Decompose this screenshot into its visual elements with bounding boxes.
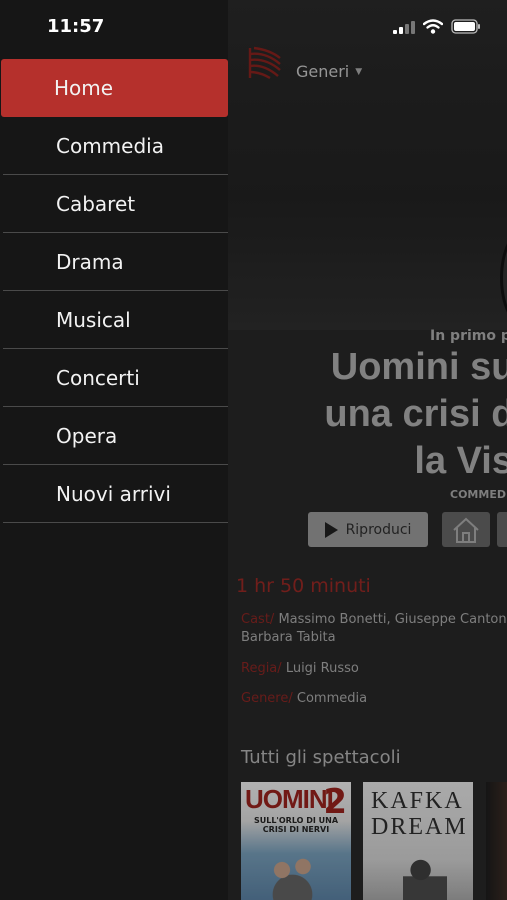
drawer-item-label: Cabaret <box>56 191 136 216</box>
main-content: Generi ▼ In primo pi Uomini sul una cris… <box>228 0 507 900</box>
regia-line: Regia/ Luigi Russo <box>241 661 359 676</box>
featured-title-line-3: la Vis <box>414 440 507 482</box>
drawer-item-label: Commedia <box>56 133 164 158</box>
cast-line: Cast/ Massimo Bonetti, Giuseppe Canton <box>241 612 507 627</box>
drawer-item-concerti[interactable]: Concerti <box>3 349 228 407</box>
genere-line: Genere/ Commedia <box>241 691 367 706</box>
drawer-item-label: Home <box>54 75 114 100</box>
play-icon <box>324 521 338 538</box>
cellular-signal-icon <box>393 20 415 34</box>
drawer-item-label: Nuovi arrivi <box>56 481 171 506</box>
cast-value-2: Barbara Tabita <box>241 630 336 645</box>
poster-title: KAFKA DREAM <box>371 788 468 840</box>
status-time: 11:57 <box>47 16 105 37</box>
drawer-item-drama[interactable]: Drama <box>3 233 228 291</box>
caret-down-icon: ▼ <box>355 66 363 77</box>
drawer-menu: Home Commedia Cabaret Drama Musical Conc… <box>0 59 228 523</box>
battery-icon <box>451 19 480 34</box>
drawer-item-label: Musical <box>56 307 131 332</box>
featured-title-line-1: Uomini sul <box>330 346 507 388</box>
regia-value: Luigi Russo <box>285 661 359 676</box>
genres-label: Generi <box>296 62 350 81</box>
genres-dropdown[interactable]: Generi ▼ <box>296 62 362 81</box>
more-button[interactable] <box>497 512 507 547</box>
drawer-item-label: Concerti <box>56 365 140 390</box>
side-drawer: 11:57 Home Commedia Cabaret Drama Musica… <box>0 0 228 900</box>
drawer-item-label: Opera <box>56 423 118 448</box>
genere-value: Commedia <box>296 691 368 706</box>
drawer-item-label: Drama <box>56 249 124 274</box>
wifi-icon <box>423 19 443 34</box>
drawer-item-musical[interactable]: Musical <box>3 291 228 349</box>
genere-key: Genere/ <box>241 691 293 706</box>
cast-key: Cast/ <box>241 612 275 627</box>
duration-text: 1 hr 50 minuti <box>236 575 371 597</box>
home-icon <box>453 517 479 543</box>
show-poster-partial[interactable] <box>486 782 507 900</box>
cast-value: Massimo Bonetti, Giuseppe Canton <box>278 612 507 627</box>
featured-label: In primo pi <box>430 328 507 344</box>
regia-key: Regia/ <box>241 661 282 676</box>
featured-genre-tag: COMMEDIA <box>450 488 507 501</box>
poster-title: UOMINI <box>245 784 334 814</box>
status-icons <box>393 19 481 34</box>
poster-figures <box>261 842 331 900</box>
all-shows-title: Tutti gli spettacoli <box>241 747 401 768</box>
featured-title-line-2: una crisi di <box>324 393 507 435</box>
play-button[interactable]: Riproduci <box>308 512 428 547</box>
show-poster-kafka-dream[interactable]: KAFKA DREAM <box>363 782 473 900</box>
play-label: Riproduci <box>345 521 412 538</box>
drawer-item-nuovi-arrivi[interactable]: Nuovi arrivi <box>3 465 228 523</box>
show-poster-uomini[interactable]: UOMINI 2 SULL'ORLO DI UNA CRISI DI NERVI <box>241 782 351 900</box>
home-button[interactable] <box>442 512 490 547</box>
drawer-item-commedia[interactable]: Commedia <box>3 117 228 175</box>
poster-figure <box>403 852 447 900</box>
poster-subtitle: SULL'ORLO DI UNA CRISI DI NERVI <box>253 816 339 834</box>
drawer-item-home[interactable]: Home <box>1 59 228 117</box>
drawer-item-opera[interactable]: Opera <box>3 407 228 465</box>
drawer-item-cabaret[interactable]: Cabaret <box>3 175 228 233</box>
app-logo-icon <box>248 46 281 80</box>
